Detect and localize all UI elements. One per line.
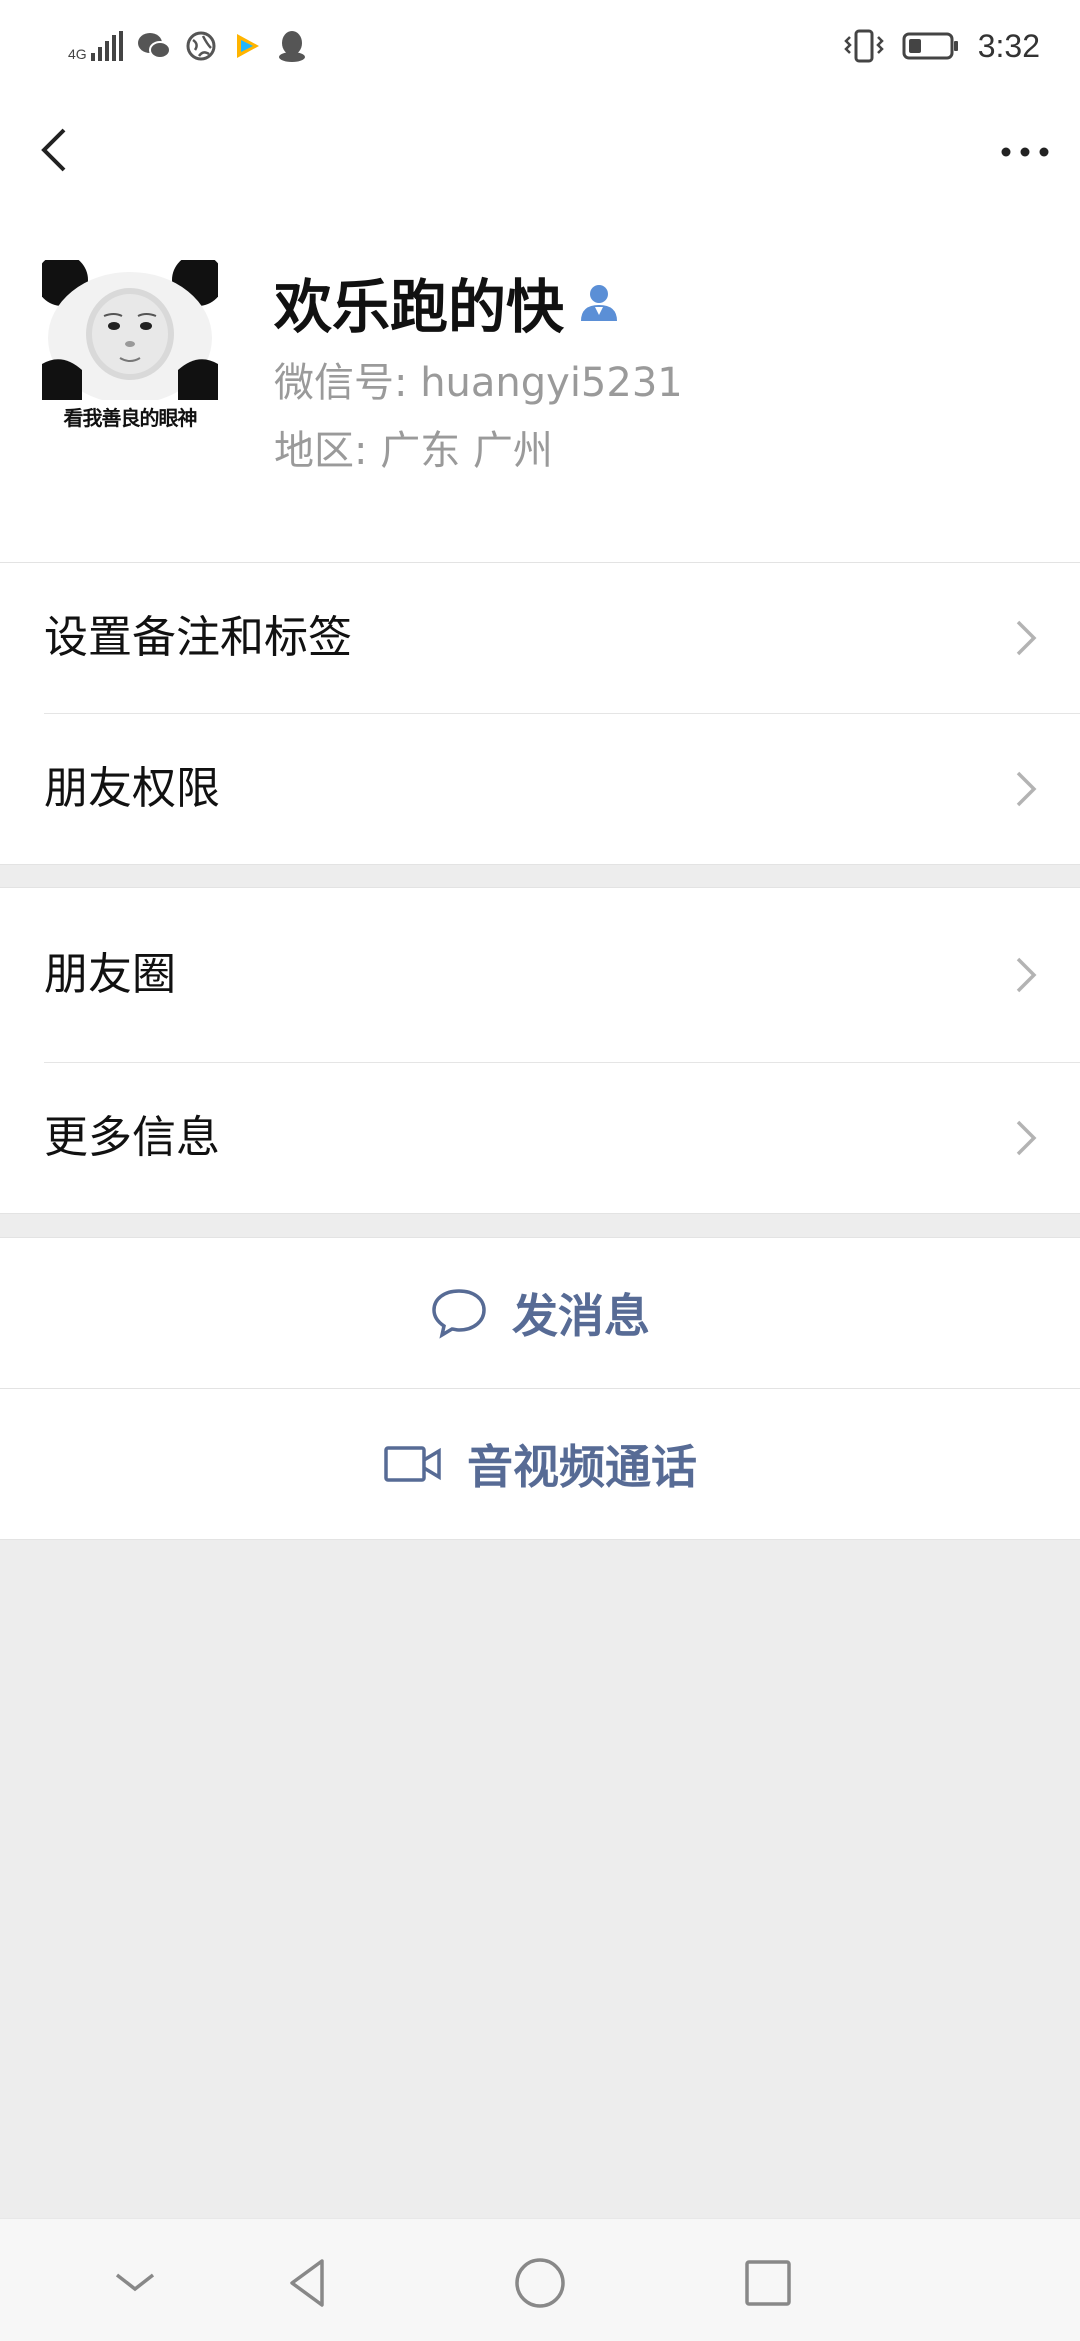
- battery-icon: [902, 32, 958, 60]
- avatar-caption: 看我善良的眼神: [63, 406, 198, 430]
- chevron-right-icon: [1016, 1120, 1037, 1156]
- wechat-icon: [137, 33, 171, 59]
- signal-icon: 4G: [68, 31, 123, 61]
- browser-icon: [186, 31, 216, 61]
- home-circle-icon[interactable]: [510, 2253, 570, 2313]
- video-app-icon: [236, 34, 259, 58]
- status-bar: 4G 3:32: [0, 0, 1080, 92]
- video-camera-icon: [384, 1446, 441, 1482]
- video-call-label: 音视频通话: [467, 1440, 697, 1494]
- row-label: 更多信息: [44, 1112, 220, 1163]
- clock: 3:32: [977, 27, 1040, 64]
- chevron-right-icon: [1016, 771, 1037, 807]
- send-message-button[interactable]: 发消息: [0, 1237, 1080, 1388]
- chevron-right-icon: [1016, 957, 1037, 993]
- friend-permissions-row[interactable]: 朋友权限: [0, 714, 1080, 864]
- set-remark-and-tags-row[interactable]: 设置备注和标签: [0, 563, 1080, 713]
- vibrate-icon: [843, 29, 884, 63]
- wechat-id: 微信号: huangyi5231: [274, 360, 683, 406]
- name-row: 欢乐跑的快: [274, 262, 620, 342]
- system-navigation-bar: [0, 2218, 1080, 2341]
- row-label: 朋友圈: [44, 949, 176, 1000]
- top-navigation: [0, 92, 1080, 222]
- row-label: 朋友权限: [44, 763, 220, 814]
- contact-person-icon: [581, 285, 618, 321]
- row-label: 设置备注和标签: [44, 612, 352, 663]
- status-right-icons: 3:32: [843, 22, 1040, 70]
- chevron-right-icon: [1016, 620, 1037, 656]
- panda-face-icon: [42, 260, 218, 404]
- moments-row[interactable]: 朋友圈: [0, 888, 1080, 1062]
- video-call-button[interactable]: 音视频通话: [0, 1388, 1080, 1540]
- chat-bubble-icon: [432, 1289, 486, 1339]
- ellipsis-icon[interactable]: [990, 120, 1060, 180]
- region: 地区: 广东 广州: [274, 428, 553, 474]
- info-group: 朋友圈 更多信息: [0, 887, 1080, 1214]
- network-label: 4G: [68, 46, 87, 62]
- settings-group: 设置备注和标签 朋友权限: [0, 562, 1080, 865]
- contact-name: 欢乐跑的快: [274, 273, 565, 341]
- more-info-row[interactable]: 更多信息: [0, 1063, 1080, 1213]
- collapse-icon[interactable]: [105, 2253, 165, 2313]
- avatar[interactable]: 看我善良的眼神: [42, 260, 218, 436]
- chevron-left-icon[interactable]: [30, 120, 90, 180]
- profile-card: 看我善良的眼神 欢乐跑的快 微信号: huangyi5231 地区: 广东 广州: [0, 222, 1080, 562]
- recents-square-icon[interactable]: [738, 2253, 798, 2313]
- status-left-icons: 4G: [68, 26, 307, 66]
- back-triangle-icon[interactable]: [278, 2253, 338, 2313]
- send-message-label: 发消息: [512, 1289, 650, 1343]
- qq-icon: [278, 31, 305, 62]
